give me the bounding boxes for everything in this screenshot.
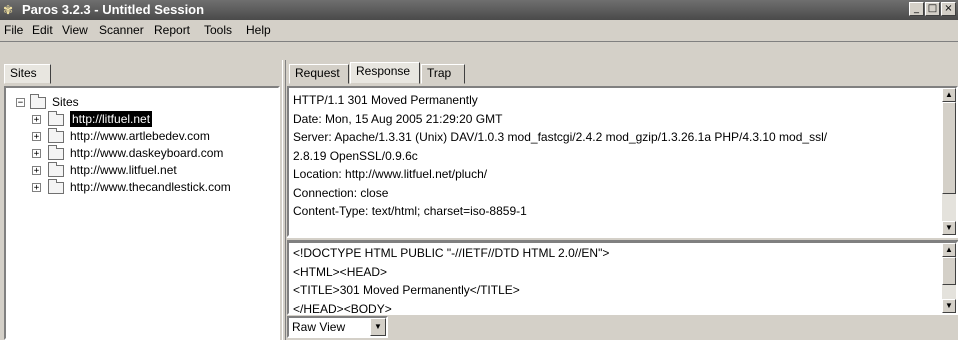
menu-view[interactable]: View [62, 23, 88, 37]
menu-bar: File Edit View Scanner Report Tools Help [0, 20, 958, 40]
header-line: Date: Mon, 15 Aug 2005 21:29:20 GMT [293, 111, 503, 126]
maximize-button[interactable]: □ [925, 2, 940, 16]
body-line: </HEAD><BODY> [293, 301, 392, 315]
close-button[interactable]: × [941, 2, 956, 16]
header-line: Server: Apache/1.3.31 (Unix) DAV/1.0.3 m… [293, 130, 828, 144]
menu-edit[interactable]: Edit [32, 23, 53, 37]
expand-icon[interactable]: + [32, 183, 41, 193]
folder-icon [30, 94, 46, 109]
paros-app-icon[interactable]: ✾ [3, 3, 17, 17]
tab-request[interactable]: Request [289, 64, 349, 84]
folder-icon [48, 111, 64, 126]
collapse-icon[interactable]: − [16, 98, 25, 108]
header-line: Content-Type: text/html; charset=iso-885… [293, 204, 527, 218]
view-mode-value: Raw View [292, 320, 346, 334]
menu-tools[interactable]: Tools [204, 23, 232, 37]
expand-icon[interactable]: + [32, 115, 41, 125]
tab-response[interactable]: Response [350, 62, 420, 84]
scroll-thumb[interactable] [942, 102, 956, 194]
header-scrollbar[interactable]: ▲ ▼ [942, 88, 956, 235]
folder-icon [48, 128, 64, 143]
response-header-panel[interactable]: HTTP/1.1 301 Moved Permanently Date: Mon… [287, 86, 958, 237]
tree-item-label: http://www.thecandlestick.com [70, 180, 231, 194]
body-line: <HTML><HEAD> [293, 264, 388, 279]
scroll-down-icon[interactable]: ▼ [942, 221, 956, 235]
view-mode-select[interactable]: Raw View ▼ [287, 316, 388, 338]
tree-item-label: http://www.litfuel.net [70, 163, 177, 177]
tab-sites[interactable]: Sites [4, 64, 51, 84]
expand-icon[interactable]: + [32, 149, 41, 159]
sites-tree-panel: − Sites + http://litfuel.net + http://ww… [4, 86, 280, 340]
menu-help[interactable]: Help [246, 23, 271, 37]
folder-icon [48, 145, 64, 160]
header-line: Location: http://www.litfuel.net/pluch/ [293, 167, 488, 181]
response-body-panel[interactable]: <!DOCTYPE HTML PUBLIC "-//IETF//DTD HTML… [287, 241, 958, 315]
menu-file[interactable]: File [4, 23, 23, 37]
header-line: 2.8.19 OpenSSL/0.9.6c [293, 148, 418, 163]
folder-icon [48, 179, 64, 194]
menu-report[interactable]: Report [154, 23, 190, 37]
folder-icon [48, 162, 64, 177]
expand-icon[interactable]: + [32, 166, 41, 176]
menu-scanner[interactable]: Scanner [99, 23, 144, 37]
tree-item-label: http://www.daskeyboard.com [70, 146, 224, 160]
tree-item-label: http://www.artlebedev.com [70, 129, 210, 143]
body-line: <!DOCTYPE HTML PUBLIC "-//IETF//DTD HTML… [293, 246, 610, 260]
title-bar: ✾ Paros 3.2.3 - Untitled Session _ □ × [0, 0, 958, 20]
menu-separator [0, 41, 958, 42]
tab-trap[interactable]: Trap [421, 64, 465, 84]
scroll-thumb[interactable] [942, 257, 956, 285]
vertical-splitter[interactable] [282, 60, 286, 340]
tree-item-label: http://litfuel.net [70, 111, 153, 127]
header-line: HTTP/1.1 301 Moved Permanently [293, 93, 478, 107]
chevron-down-icon[interactable]: ▼ [370, 318, 386, 336]
window-title: Paros 3.2.3 - Untitled Session [22, 2, 205, 17]
body-scrollbar[interactable]: ▲ ▼ [942, 243, 956, 313]
expand-icon[interactable]: + [32, 132, 41, 142]
scroll-up-icon[interactable]: ▲ [942, 88, 956, 102]
scroll-down-icon[interactable]: ▼ [942, 299, 956, 313]
minimize-button[interactable]: _ [909, 2, 924, 16]
body-line: <TITLE>301 Moved Permanently</TITLE> [293, 283, 520, 297]
tree-root-label: Sites [52, 95, 79, 109]
scroll-up-icon[interactable]: ▲ [942, 243, 956, 257]
header-line: Connection: close [293, 185, 389, 200]
